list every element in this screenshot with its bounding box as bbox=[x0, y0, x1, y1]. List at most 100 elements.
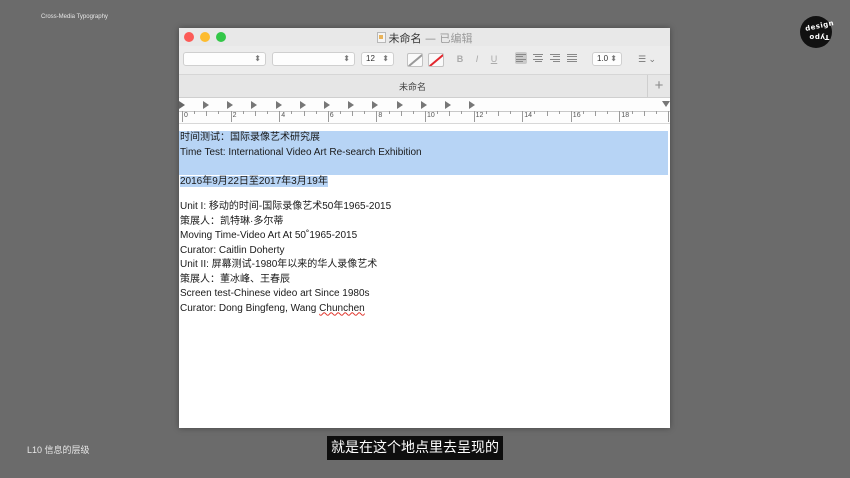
chevron-updown-icon: ⬍ bbox=[610, 54, 617, 63]
tab-stop-marker[interactable] bbox=[421, 101, 427, 109]
justify-button[interactable] bbox=[566, 52, 578, 64]
ruler-tick bbox=[279, 111, 281, 122]
ruler-label: 2 bbox=[232, 112, 237, 119]
bold-button[interactable]: B bbox=[454, 52, 466, 66]
document-body[interactable]: 时间测试：国际录像艺术研究展 Time Test: International … bbox=[179, 124, 670, 316]
tab-stop-marker[interactable] bbox=[276, 101, 282, 109]
ruler-tick bbox=[643, 111, 645, 116]
ruler-tick bbox=[303, 111, 305, 116]
ruler-tick bbox=[254, 111, 256, 116]
list-button[interactable]: ☰ ⌄ bbox=[632, 52, 662, 66]
title-separator: — bbox=[425, 32, 436, 45]
italic-button[interactable]: I bbox=[472, 52, 482, 66]
document-line: 策展人：董冰峰、王春辰 bbox=[180, 273, 290, 285]
window-title: 未命名 — 已编辑 bbox=[179, 30, 670, 46]
ruler-tick bbox=[534, 111, 536, 114]
header-line-cn: 时间测试：国际录像艺术研究展 bbox=[180, 132, 320, 143]
ruler-label: 12 bbox=[475, 112, 484, 119]
tab-stop-marker[interactable] bbox=[300, 101, 306, 109]
right-indent-marker[interactable] bbox=[662, 101, 670, 107]
document-icon bbox=[376, 32, 386, 43]
ruler-tick bbox=[631, 111, 633, 114]
left-indent-marker[interactable] bbox=[179, 101, 185, 109]
ruler-tick bbox=[218, 111, 220, 114]
ruler-tick bbox=[497, 111, 499, 116]
ruler-label: 10 bbox=[427, 112, 435, 119]
ruler-tick bbox=[242, 111, 244, 114]
title-bar[interactable]: 未命名 — 已编辑 bbox=[179, 28, 670, 46]
ruler-label: 6 bbox=[329, 112, 334, 119]
document-line: Moving Time-Video Art At 50˚1965-2015 bbox=[180, 230, 358, 241]
ruler-tick bbox=[400, 111, 402, 116]
ruler-label: 14 bbox=[524, 112, 532, 119]
selected-header-block: 时间测试：国际录像艺术研究展 Time Test: International … bbox=[179, 131, 668, 175]
tab-stop-marker[interactable] bbox=[445, 101, 451, 109]
format-toolbar: ⬍ ⬍ 12 ⬍ B I U 1.0 ⬍ ☰ ⌄ bbox=[179, 46, 670, 75]
ruler-label: 16 bbox=[572, 112, 581, 119]
logo-text-bottom: Typo bbox=[809, 33, 830, 41]
underline-button[interactable]: U bbox=[489, 52, 499, 66]
ruler-tick bbox=[194, 111, 196, 114]
logo-text-top: design bbox=[804, 19, 835, 33]
body-lines: Unit I: 移动的时间-国际录像艺术50年1965-2015 策展人：凯特琳·… bbox=[179, 200, 670, 302]
tab-stop-marker[interactable] bbox=[203, 101, 209, 109]
curator-prefix: Curator: Dong Bingfeng, Wang bbox=[180, 302, 320, 314]
plus-icon[interactable]: + bbox=[647, 75, 670, 97]
video-subtitle: 就是在这个地点里去呈现的 bbox=[327, 436, 503, 460]
tab-stop-marker[interactable] bbox=[397, 101, 403, 109]
ruler-label: 18 bbox=[621, 112, 630, 119]
ruler-tick bbox=[339, 111, 341, 114]
date-text: 2016年9月22日至2017年3月19年 bbox=[180, 175, 328, 187]
chevron-updown-icon: ⬍ bbox=[343, 54, 350, 63]
font-style-select[interactable]: ⬍ bbox=[272, 52, 355, 66]
font-size-select[interactable]: 12 ⬍ bbox=[361, 52, 394, 66]
document-line: Curator: Caitlin Doherty bbox=[180, 244, 285, 256]
tab-bar: 未命名 + bbox=[179, 75, 670, 98]
ruler-tick bbox=[425, 111, 426, 122]
ruler-tick bbox=[461, 111, 463, 114]
ruler-tick bbox=[485, 111, 487, 114]
ruler-tick bbox=[570, 111, 572, 122]
ruler-label: 8 bbox=[378, 112, 383, 119]
align-left-button[interactable] bbox=[515, 52, 527, 64]
line-spacing-select[interactable]: 1.0 ⬍ bbox=[592, 52, 622, 66]
chevron-updown-icon: ⬍ bbox=[254, 54, 261, 63]
ruler-tick bbox=[655, 111, 657, 114]
text-color-well[interactable] bbox=[428, 53, 444, 67]
document-line: Unit I: 移动的时间-国际录像艺术50年1965-2015 bbox=[180, 201, 392, 212]
align-center-button[interactable] bbox=[532, 52, 544, 64]
curator-line: Curator: Dong Bingfeng, Wang Chunchen bbox=[179, 302, 670, 317]
ruler-tick bbox=[182, 111, 183, 122]
document-line: Unit II: 屏幕测试-1980年以来的华人录像艺术 bbox=[180, 259, 378, 270]
ruler-tick bbox=[315, 111, 317, 114]
tab-stop-marker[interactable] bbox=[227, 101, 233, 109]
lesson-label: L10 信息的层级 bbox=[27, 445, 90, 455]
ruler-label: 4 bbox=[281, 112, 286, 119]
ruler-tick bbox=[206, 111, 208, 116]
ruler-tick bbox=[388, 111, 390, 114]
list-icon: ☰ ⌄ bbox=[637, 54, 657, 64]
document-line: 策展人：凯特琳·多尔蒂 bbox=[180, 215, 284, 227]
ruler-tick bbox=[473, 111, 475, 122]
tab-stop-marker[interactable] bbox=[372, 101, 378, 109]
tab-untitled[interactable]: 未命名 bbox=[179, 80, 646, 93]
tab-stop-markers[interactable] bbox=[179, 101, 670, 111]
ruler-tick bbox=[607, 111, 609, 114]
ruler-tick bbox=[230, 111, 232, 122]
ruler-tick bbox=[619, 111, 621, 122]
tab-stop-marker[interactable] bbox=[251, 101, 257, 109]
misspelled-word: Chunchen bbox=[319, 302, 365, 314]
window-title-name: 未命名 bbox=[388, 32, 422, 45]
tab-stop-marker[interactable] bbox=[324, 101, 330, 109]
align-right-button[interactable] bbox=[549, 52, 561, 64]
tab-stop-marker[interactable] bbox=[348, 101, 354, 109]
ruler-tick bbox=[522, 111, 524, 122]
ruler[interactable]: 02468101214161820 bbox=[179, 98, 670, 124]
tab-stop-marker[interactable] bbox=[469, 101, 475, 109]
font-family-select[interactable]: ⬍ bbox=[183, 52, 266, 66]
date-line: 2016年9月22日至2017年3月19年 bbox=[179, 175, 670, 190]
text-background-color-well[interactable] bbox=[407, 53, 423, 67]
ruler-tick bbox=[376, 111, 378, 122]
ruler-tick bbox=[291, 111, 293, 114]
ruler-tick bbox=[449, 111, 451, 116]
